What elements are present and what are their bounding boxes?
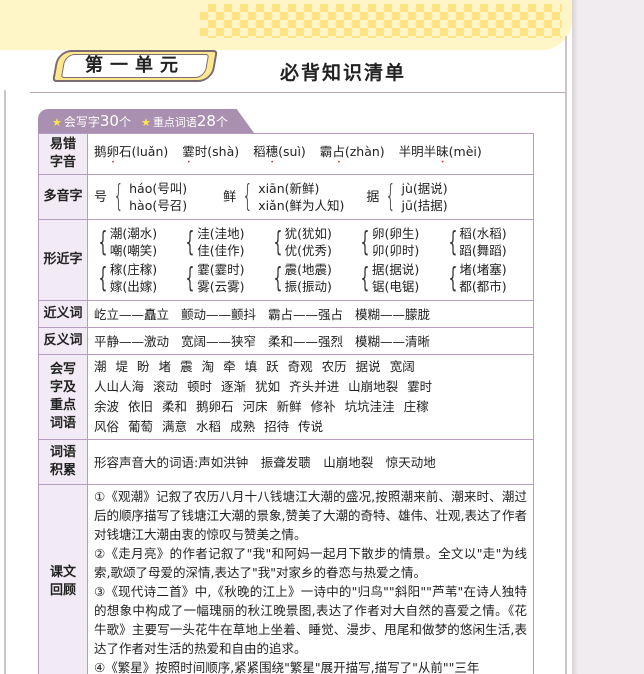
error-items: 鹅卵石(luǎn) 霎时(shà) 稻穗(suì) 霸占(zhàn) 半明半昧(… — [87, 133, 534, 175]
error-item: 霸占(zhàn) — [319, 144, 385, 159]
star-icon: ★ — [52, 116, 62, 129]
header-divider — [30, 92, 565, 93]
category-label: 会写 字及 重点 词语 — [38, 354, 88, 440]
row-review: 课文 回顾 ①《观潮》记叙了农历八月十八钱塘江大潮的盛况,按照潮来前、潮来时、潮过… — [38, 484, 534, 674]
key-words: 潮堤盼堵震淘牵填跃奇观 农历 据说 宽阔 人山人海 滚动 顿时 逐渐 犹如 齐头并进 山崩地裂 霎时… — [87, 354, 534, 440]
error-item: 稻穗(suì) — [253, 144, 306, 159]
antonym-pairs: 平静——激动 宽阔——狭窄 柔和——强烈 模糊——清晰 — [87, 327, 534, 355]
page-right-border — [565, 36, 567, 674]
unit-title: 第一单元 — [85, 55, 185, 76]
page-edge-shadow — [572, 0, 578, 674]
word-line: 余波 依旧 柔和 鹅卵石 河床 新鲜 修补 坑坑洼洼 庄稼 — [94, 399, 429, 414]
row-synonyms: 近义词 屹立——矗立 颤动——颤抖 霸占——强占 模糊——朦胧 — [38, 300, 534, 328]
checker-decoration — [200, 4, 562, 38]
category-label: 易错 字音 — [38, 133, 88, 175]
row-error-pronunciations: 易错 字音 鹅卵石(luǎn) 霎时(shà) 稻穗(suì) 霸占(zhàn) … — [38, 133, 534, 175]
similar-shape-groups: {潮(潮水) 嘲(嘲笑) {洼(洼地) 佳(佳作) {犹(犹如) 优(优秀) {卵(卵… — [87, 219, 534, 301]
row-polyphones: 多音字 号{ háo(号叫) hào(号召) 鲜{ xiān(新鲜) xiǎn(鲜为… — [38, 174, 534, 220]
shape-pair: {堵(堵塞) 都(都市) — [448, 261, 507, 294]
row-antonyms: 反义词 平静——激动 宽阔——狭窄 柔和——强烈 模糊——清晰 — [38, 327, 534, 355]
shape-pair: {据(据说) 锯(电锯) — [360, 261, 420, 294]
error-item: 鹅卵石(luǎn) — [94, 144, 169, 159]
review-text: ①《观潮》记叙了农历八月十八钱塘江大潮的盛况,按照潮来前、潮来时、潮过后的顺序描… — [87, 484, 534, 674]
vocab-stat: ★ 重点词语28个 — [141, 112, 228, 130]
category-label: 反义词 — [38, 327, 88, 355]
workbook-page: 第一单元 必背知识清单 ★ 会写字30个 ★ 重点词语28个 易错 字音 鹅卵石(lu… — [0, 0, 572, 674]
shape-pair: {潮(潮水) 嘲(嘲笑) — [98, 225, 158, 258]
brace-icon: { — [113, 179, 124, 214]
knowledge-table: 易错 字音 鹅卵石(luǎn) 霎时(shà) 稻穗(suì) 霸占(zhàn) … — [38, 133, 534, 674]
shape-pair: {霎(霎时) 雾(云雾) — [185, 261, 245, 294]
polyphone-groups: 号{ háo(号叫) hào(号召) 鲜{ xiān(新鲜) xiǎn(鲜为人知) … — [87, 174, 534, 220]
row-similar-shapes: 形近字 {潮(潮水) 嘲(嘲笑) {洼(洼地) 佳(佳作) {犹(犹如) 优(优秀) … — [38, 219, 534, 301]
error-item: 半明半昧(mèi) — [398, 144, 482, 159]
shape-pair: {卵(卵生) 卯(卯时) — [360, 225, 420, 258]
page-title: 必背知识清单 — [280, 62, 407, 84]
shape-pair: {稼(庄稼) 嫁(出嫁) — [98, 261, 158, 294]
accumulation-text: 形容声音大的词语:声如洪钟 振聋发聩 山崩地裂 惊天动地 — [87, 439, 534, 485]
shape-pair: {震(地震) 振(振动) — [273, 261, 332, 294]
brace-icon: { — [385, 179, 397, 214]
page-left-border — [4, 90, 6, 674]
category-label: 多音字 — [38, 174, 88, 220]
brace-icon: { — [242, 179, 253, 214]
shape-pair: {犹(犹如) 优(优秀) — [273, 225, 332, 258]
word-line: 潮堤盼堵震淘牵填跃奇观 农历 据说 宽阔 — [94, 359, 415, 374]
polyphone-group: 鲜{ xiān(新鲜) xiǎn(鲜为人知) — [223, 179, 345, 214]
row-accumulation: 词语 积累 形容声音大的词语:声如洪钟 振聋发聩 山崩地裂 惊天动地 — [38, 439, 534, 485]
word-line: 风俗 葡萄 满意 水稻 成熟 招待 传说 — [94, 419, 324, 434]
category-label: 课文 回顾 — [38, 484, 88, 674]
stats-badge: ★ 会写字30个 ★ 重点词语28个 — [38, 109, 254, 133]
synonym-pairs: 屹立——矗立 颤动——颤抖 霸占——强占 模糊——朦胧 — [87, 300, 534, 328]
star-icon: ★ — [141, 116, 151, 129]
write-stat: ★ 会写字30个 — [52, 112, 131, 130]
polyphone-group: 据{ jù(据说) jū(拮据) — [366, 179, 448, 214]
word-line: 人山人海 滚动 顿时 逐渐 犹如 齐头并进 山崩地裂 霎时 — [94, 379, 433, 394]
row-key-words: 会写 字及 重点 词语 潮堤盼堵震淘牵填跃奇观 农历 据说 宽阔 人山人海 滚动 顿时 逐渐 犹如齐… — [38, 354, 534, 440]
polyphone-group: 号{ háo(号叫) hào(号召) — [94, 179, 188, 214]
category-label: 形近字 — [38, 219, 88, 301]
shape-pair: {稻(水稻) 蹈(舞蹈) — [448, 225, 507, 258]
category-label: 近义词 — [38, 300, 88, 328]
error-item: 霎时(shà) — [182, 144, 240, 159]
shape-pair: {洼(洼地) 佳(佳作) — [185, 225, 245, 258]
category-label: 词语 积累 — [38, 439, 88, 485]
